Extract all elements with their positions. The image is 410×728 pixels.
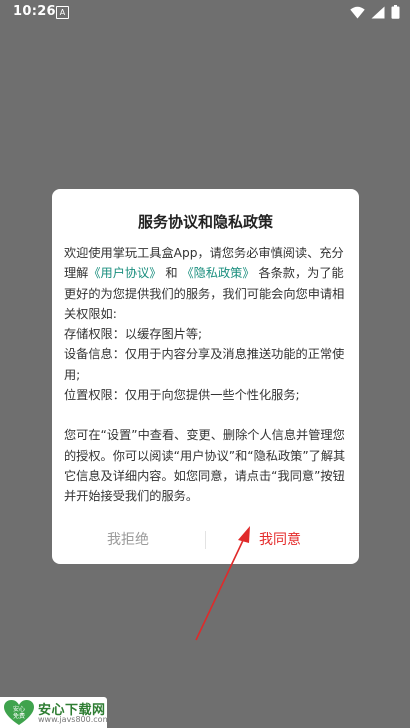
decline-button[interactable]: 我拒绝: [68, 525, 188, 555]
status-time: 10:26: [13, 4, 56, 19]
svg-text:安心: 安心: [13, 705, 25, 713]
watermark-url: www.javs800.com: [38, 715, 111, 724]
status-icons: [350, 5, 400, 19]
dialog-title: 服务协议和隐私政策: [137, 213, 273, 231]
permission-storage: 存储权限：以缓存图片等;: [64, 327, 203, 342]
permission-location: 位置权限：仅用于向您提供一些个性化服务;: [64, 388, 300, 403]
permission-device-info: 设备信息：仅用于内容分享及消息推送功能的正常使用;: [64, 347, 345, 382]
wifi-icon: [350, 6, 365, 18]
battery-icon: [391, 5, 400, 19]
consent-dialog: 服务协议和隐私政策 欢迎使用掌玩工具盒App，请您务必审慎阅读、充分理解《用户协…: [52, 189, 359, 564]
svg-text:免费: 免费: [13, 712, 25, 720]
and-text: 和: [165, 266, 178, 281]
user-agreement-link[interactable]: 《用户协议》: [88, 266, 161, 280]
dialog-body: 欢迎使用掌玩工具盒App，请您务必审慎阅读、充分理解《用户协议》 和 《隐私政策…: [64, 243, 350, 507]
button-divider: [205, 531, 206, 549]
intro-paragraph: 欢迎使用掌玩工具盒App，请您务必审慎阅读、充分理解《用户协议》 和 《隐私政策…: [64, 243, 350, 324]
heart-logo-icon: 安心 免费: [4, 700, 34, 725]
notification-icon: A: [56, 6, 69, 19]
footer-paragraph: 您可在“设置”中查看、变更、删除个人信息并管理您的授权。你可以阅读“用户协议”和…: [64, 428, 346, 504]
privacy-policy-link[interactable]: 《隐私政策》: [181, 266, 254, 280]
watermark: 安心 免费 安心下载网 www.javs800.com: [0, 697, 111, 728]
status-bar: 10:26 A: [0, 0, 410, 26]
agree-button[interactable]: 我同意: [220, 525, 340, 555]
signal-icon: [371, 6, 385, 18]
dialog-button-row: 我拒绝 我同意: [52, 525, 359, 555]
